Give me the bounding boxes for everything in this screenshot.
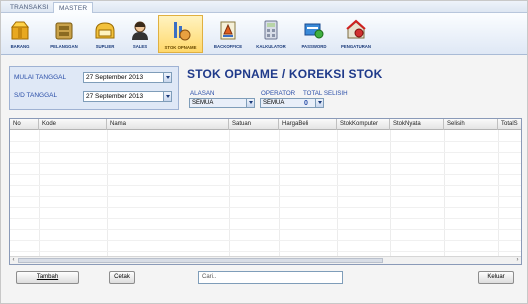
column-divider	[39, 130, 40, 256]
password-button[interactable]: PASSWORD	[299, 15, 329, 53]
stock-table[interactable]: No Kode Nama Satuan HargaBeli StokKomput…	[9, 118, 522, 265]
box-icon	[10, 21, 30, 40]
date-filter-panel: MULAI TANGGAL 27 September 2013 S/D TANG…	[9, 66, 179, 110]
row-gridline	[10, 229, 521, 230]
column-divider	[229, 130, 230, 256]
keluar-label: Keluar	[487, 274, 505, 280]
total-selisih-label: TOTAL SELISIH	[303, 90, 348, 97]
operator-select[interactable]: SEMUA	[260, 98, 324, 108]
pelanggan-button[interactable]: PELANGGAN	[49, 15, 79, 53]
stock-opname-icon	[173, 22, 190, 41]
keluar-button[interactable]: Keluar	[478, 271, 514, 284]
total-selisih-value: 0	[304, 100, 308, 107]
ribbon-tab-strip: TRANSAKSI MASTER	[1, 1, 527, 13]
chevron-down-icon[interactable]	[246, 99, 254, 107]
sales-button[interactable]: SALES	[129, 15, 151, 53]
scroll-thumb[interactable]	[18, 258, 383, 263]
kalkulator-button[interactable]: KALKULATOR	[255, 15, 287, 53]
operator-label: OPERATOR	[261, 90, 296, 97]
password-icon	[304, 23, 324, 39]
col-nama[interactable]: Nama	[107, 119, 229, 130]
backoffice-icon	[220, 21, 236, 40]
chevron-down-icon[interactable]	[163, 92, 171, 101]
row-gridline	[10, 185, 521, 186]
col-hargabeli[interactable]: HargaBeli	[279, 119, 337, 130]
ribbon-toolbar: BARANG PELANGGAN SUPLIER SALES STOK OPNA…	[1, 13, 527, 55]
main-window: TRANSAKSI MASTER BARANG PELANGGAN SUPLIE…	[0, 0, 528, 304]
row-gridline	[10, 196, 521, 197]
col-totals[interactable]: TotalS	[498, 119, 521, 130]
suplier-button[interactable]: SUPLIER	[93, 15, 117, 53]
mulai-tanggal-picker[interactable]: 27 September 2013	[83, 72, 172, 83]
alasan-select[interactable]: SEMUA	[189, 98, 255, 108]
scroll-left-icon[interactable]: ‹	[10, 257, 17, 264]
col-selisih[interactable]: Selisih	[444, 119, 498, 130]
column-divider	[107, 130, 108, 256]
col-stokkomputer[interactable]: StokKomputer	[337, 119, 390, 130]
alasan-label: ALASAN	[190, 90, 215, 97]
sd-tanggal-label: S/D TANGGAL	[14, 92, 58, 99]
pengaturan-button[interactable]: PENGATURAN	[339, 15, 373, 53]
column-divider	[498, 130, 499, 256]
tambah-label: Tambah	[36, 274, 59, 280]
customer-icon	[55, 22, 73, 40]
row-gridline	[10, 240, 521, 241]
mulai-tanggal-value: 27 September 2013	[86, 74, 144, 81]
settings-icon	[346, 19, 366, 39]
row-gridline	[10, 141, 521, 142]
backoffice-button[interactable]: BACKOFFICE	[212, 15, 244, 53]
column-divider	[444, 130, 445, 256]
tab-transaksi[interactable]: TRANSAKSI	[5, 2, 54, 13]
col-kode[interactable]: Kode	[39, 119, 107, 130]
stok-opname-button[interactable]: STOK OPNAME	[158, 15, 203, 53]
sales-person-icon	[132, 21, 148, 40]
row-gridline	[10, 163, 521, 164]
row-gridline	[10, 218, 521, 219]
tambah-button[interactable]: Tambah	[16, 271, 79, 284]
supplier-icon	[95, 22, 115, 39]
operator-value: SEMUA	[263, 100, 285, 106]
row-gridline	[10, 152, 521, 153]
column-divider	[279, 130, 280, 256]
tab-master[interactable]: MASTER	[53, 2, 94, 13]
chevron-down-icon[interactable]	[163, 73, 171, 82]
column-divider	[390, 130, 391, 256]
scroll-right-icon[interactable]: ›	[514, 257, 521, 264]
calculator-icon	[264, 20, 278, 40]
sd-tanggal-picker[interactable]: 27 September 2013	[83, 91, 172, 102]
row-gridline	[10, 207, 521, 208]
row-gridline	[10, 174, 521, 175]
sd-tanggal-value: 27 September 2013	[86, 93, 144, 100]
column-divider	[337, 130, 338, 256]
cetak-button[interactable]: Cetak	[109, 271, 135, 284]
col-stoknyata[interactable]: StokNyata	[390, 119, 444, 130]
table-header: No Kode Nama Satuan HargaBeli StokKomput…	[10, 119, 521, 130]
chevron-down-icon[interactable]	[315, 99, 323, 107]
horizontal-scrollbar[interactable]: ‹ ›	[10, 256, 521, 264]
search-input[interactable]: Cari..	[198, 271, 343, 284]
col-no[interactable]: No	[10, 119, 39, 130]
barang-button[interactable]: BARANG	[9, 15, 31, 53]
col-satuan[interactable]: Satuan	[229, 119, 279, 130]
mulai-tanggal-label: MULAI TANGGAL	[14, 74, 67, 81]
alasan-value: SEMUA	[192, 100, 214, 106]
cetak-label: Cetak	[114, 274, 130, 280]
row-gridline	[10, 251, 521, 252]
page-title: STOK OPNAME / KOREKSI STOK	[187, 67, 383, 81]
